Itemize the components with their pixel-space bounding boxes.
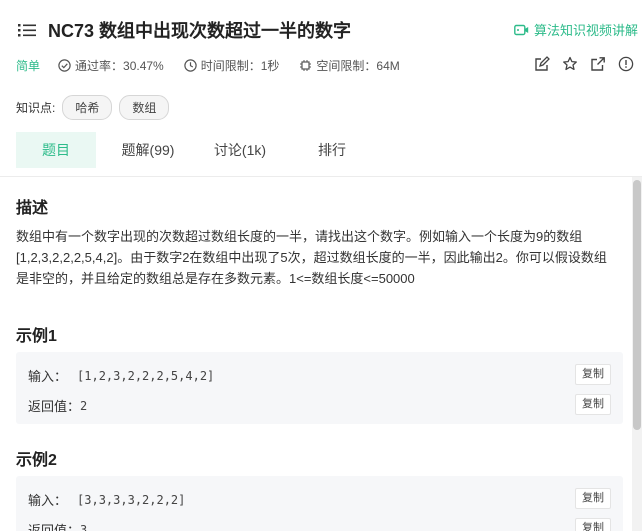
check-circle-icon [58, 59, 71, 72]
knowledge-label: 知识点: [16, 101, 56, 115]
tab-discussion[interactable]: 讨论(1k) [200, 132, 280, 168]
space-limit: 空间限制：64M [299, 57, 400, 74]
problem-header: NC73 数组中出现次数超过一半的数字 算法知识视频讲解 简单 通过率：30.4… [0, 0, 642, 176]
space-limit-text: 空间限制：64M [316, 59, 400, 73]
example-1-input-label: 输入： [28, 369, 68, 384]
example-1-output-row: 返回值： 2 [28, 396, 87, 415]
example-2-input-row: 输入： [3,3,3,3,2,2,2] [28, 490, 185, 509]
example-2-heading: 示例2 [16, 452, 57, 469]
info-icon[interactable] [618, 56, 634, 72]
pass-rate-text: 通过率：30.47% [75, 59, 164, 73]
video-link-label: 算法知识视频讲解 [533, 23, 638, 38]
copy-output-button[interactable]: 复制 [575, 518, 611, 531]
tag-hash[interactable]: 哈希 [62, 95, 113, 120]
pass-rate: 通过率：30.47% [58, 57, 164, 74]
copy-output-button[interactable]: 复制 [575, 394, 611, 415]
tab-solutions[interactable]: 题解(99) [108, 132, 188, 168]
page-title: NC73 数组中出现次数超过一半的数字 [48, 21, 352, 41]
problem-meta: 简单 通过率：30.47% 时间限制：1秒 空间限制：64M [16, 57, 420, 74]
description-text: 数组中有一个数字出现的次数超过数组长度的一半，请找出这个数字。例如输入一个长度为… [16, 229, 607, 286]
video-icon [514, 24, 529, 35]
example-2-box: 输入： [3,3,3,3,2,2,2] 复制 返回值： 3 复制 [16, 476, 623, 531]
star-icon[interactable] [562, 56, 578, 72]
example-1-input-value: [1,2,3,2,2,2,5,4,2] [77, 368, 215, 383]
example-2-output-label: 返回值： [28, 523, 81, 531]
difficulty-badge: 简单 [16, 59, 41, 73]
time-limit-text: 时间限制：1秒 [200, 59, 280, 73]
edit-icon[interactable] [534, 56, 550, 72]
time-limit: 时间限制：1秒 [184, 57, 280, 74]
example-1-output-value: 2 [80, 398, 88, 413]
chip-icon [300, 60, 312, 71]
example-2-output-row: 返回值： 3 [28, 520, 87, 531]
problem-tabs: 题目 题解(99) 讨论(1k) 排行 [16, 132, 384, 168]
example-1-box: 输入： [1,2,3,2,2,2,5,4,2] 复制 返回值： 2 复制 [16, 352, 623, 424]
scrollbar-thumb[interactable] [633, 180, 641, 430]
header-divider [0, 176, 642, 177]
tab-problem[interactable]: 题目 [16, 132, 96, 168]
menu-icon[interactable] [18, 22, 36, 38]
example-1-output-label: 返回值： [28, 399, 81, 414]
example-1-input-row: 输入： [1,2,3,2,2,2,5,4,2] [28, 366, 214, 385]
description-heading: 描述 [16, 200, 49, 217]
example-2-input-label: 输入： [28, 493, 68, 508]
share-icon[interactable] [590, 56, 606, 72]
knowledge-points: 知识点: 哈希 数组 [16, 95, 170, 120]
tab-ranking[interactable]: 排行 [292, 132, 372, 168]
copy-input-button[interactable]: 复制 [575, 364, 611, 385]
example-2-output-value: 3 [80, 522, 88, 531]
video-lecture-link[interactable]: 算法知识视频讲解 [514, 20, 638, 39]
tag-array[interactable]: 数组 [119, 95, 170, 120]
copy-input-button[interactable]: 复制 [575, 488, 611, 509]
example-2-input-value: [3,3,3,3,2,2,2] [77, 492, 186, 507]
example-1-heading: 示例1 [16, 328, 57, 345]
clock-icon [184, 59, 197, 72]
problem-actions [534, 56, 634, 72]
